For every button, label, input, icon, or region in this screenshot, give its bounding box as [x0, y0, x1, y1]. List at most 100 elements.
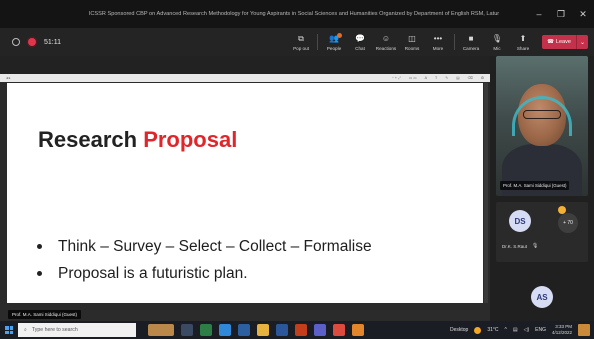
recording-icon [28, 38, 36, 46]
more-participants-badge[interactable]: + 70 [558, 213, 578, 233]
security-shield-icon [12, 38, 20, 46]
mic-button[interactable]: 🎙 Mic [484, 28, 510, 56]
zoom-icon: − + ⤢ [391, 76, 401, 80]
camera-label: Camera [462, 45, 480, 51]
doc-nav-icon: ◂ ▸ [6, 76, 11, 80]
taskbar-apps [136, 324, 364, 336]
word-icon[interactable] [276, 324, 288, 336]
rooms-icon: ◫ [408, 33, 416, 43]
file-explorer-icon[interactable] [257, 324, 269, 336]
glasses-icon [523, 110, 561, 119]
close-button[interactable]: ✕ [572, 0, 594, 28]
stage-scrollbar[interactable] [484, 83, 488, 303]
volume-icon[interactable]: ◁) [524, 327, 530, 333]
slide-title-main: Research [38, 127, 144, 152]
task-view-icon[interactable] [181, 324, 193, 336]
erase-icon: ⌫ [467, 76, 473, 80]
more-button[interactable]: ••• More [425, 28, 451, 56]
participants-panel: Prof. M.A. Sami Siddiqui (Guest) DS + 70… [490, 56, 594, 321]
tray-arrow-icon[interactable]: ^ [505, 327, 507, 333]
settings-icon: ⚙ [480, 76, 484, 80]
meeting-toolbar: 51:11 ⧉ Pop out 👥 People 💬 Chat ☺ Reacti… [0, 28, 594, 56]
participant-mini-tile[interactable]: DS + 70 Dr.K. S.Raut 🎙 [496, 202, 588, 262]
share-label: Share [516, 45, 530, 51]
camera-icon: ■ [468, 33, 474, 43]
rooms-label: Rooms [404, 45, 420, 51]
share-button[interactable]: ⬆ Share [510, 28, 536, 56]
store-icon[interactable] [200, 324, 212, 336]
highlight-icon: ▤ [456, 76, 460, 80]
popout-icon: ⧉ [298, 33, 304, 43]
shared-screen-stage: ◂ ▸ − + ⤢ ▭ ▭ A T ✎ ▤ ⌫ ⚙ Research Propo… [0, 56, 490, 321]
start-button[interactable] [0, 321, 18, 339]
reactions-label: Reactions [375, 45, 397, 51]
window-title: ICSSR Sponsored CBP on Advanced Research… [88, 11, 500, 17]
draw-icon: ✎ [445, 76, 449, 80]
system-tray: Desktop 31°C ^ ▤ ◁) ENG 3:33 PM 4/12/202… [450, 321, 594, 339]
participant-video-tile[interactable]: Prof. M.A. Sami Siddiqui (Guest) [496, 56, 588, 196]
search-placeholder: Type here to search [31, 327, 78, 333]
mic-label: Mic [493, 45, 501, 51]
chat-label: Chat [355, 45, 365, 51]
meeting-timer: 51:11 [44, 38, 61, 46]
more-label: More [432, 45, 444, 51]
chat-icon: 💬 [355, 33, 365, 43]
toolbar-divider [454, 34, 455, 50]
window-titlebar: ICSSR Sponsored CBP on Advanced Research… [0, 0, 594, 28]
chat-button[interactable]: 💬 Chat [347, 28, 373, 56]
share-icon: ⬆ [519, 33, 527, 43]
teams-icon[interactable] [314, 324, 326, 336]
news-widget-icon[interactable] [148, 324, 174, 336]
stage-top-strip [0, 56, 490, 74]
clock[interactable]: 3:33 PM 4/12/2022 [552, 324, 572, 336]
reactions-button[interactable]: ☺ Reactions [373, 28, 399, 56]
people-icon: 👥 [329, 32, 342, 43]
mail-icon[interactable] [238, 324, 250, 336]
taskbar-search[interactable]: ⌕ Type here to search [18, 323, 136, 337]
edge-icon[interactable] [219, 324, 231, 336]
mic-muted-icon: 🎙 [532, 243, 539, 249]
language-indicator[interactable]: ENG [535, 327, 546, 333]
slide-bullet: Proposal is a futuristic plan. [37, 260, 372, 287]
rooms-button[interactable]: ◫ Rooms [399, 28, 425, 56]
desktop-label[interactable]: Desktop [450, 327, 468, 333]
add-text-icon: T [435, 76, 438, 80]
reactions-icon: ☺ [381, 33, 391, 43]
popout-label: Pop out [293, 45, 309, 51]
toolbar-divider [317, 34, 318, 50]
maximize-button[interactable]: ❐ [550, 0, 572, 28]
avatar: DS [509, 210, 531, 232]
firefox-icon[interactable] [352, 324, 364, 336]
slide-title: Research Proposal [38, 127, 237, 153]
mini-participant-name: Dr.K. S.Raut [502, 244, 528, 249]
bullet-text: Proposal is a futuristic plan. [58, 264, 248, 282]
page-view-icon: ▭ ▭ [408, 76, 417, 80]
chrome-icon[interactable] [333, 324, 345, 336]
read-aloud-icon: A [424, 76, 428, 80]
network-icon[interactable]: ▤ [513, 327, 518, 333]
leave-label: Leave [555, 39, 571, 45]
weather-icon[interactable] [474, 326, 482, 334]
slide-bullet-list: Think – Survey – Select – Collect – Form… [37, 233, 372, 287]
windows-taskbar: ⌕ Type here to search Desktop 31°C ^ ▤ ◁… [0, 321, 594, 339]
avatar[interactable]: AS [531, 286, 553, 308]
phone-icon: ☎ [547, 39, 554, 45]
bullet-text: Think – Survey – Select – Collect – Form… [58, 237, 372, 255]
popout-button[interactable]: ⧉ Pop out [288, 28, 314, 56]
windows-logo-icon [5, 326, 13, 334]
minimize-button[interactable]: – [528, 0, 550, 28]
leave-dropdown-icon[interactable]: ⌄ [577, 39, 588, 46]
more-icon: ••• [433, 33, 443, 43]
weather-temp[interactable]: 31°C [487, 327, 498, 333]
notification-icon[interactable] [578, 324, 590, 336]
leave-button[interactable]: ☎ Leave ⌄ [542, 35, 588, 49]
people-button[interactable]: 👥 People [321, 28, 347, 56]
people-label: People [326, 45, 342, 51]
shared-doc-toolbar: ◂ ▸ − + ⤢ ▭ ▭ A T ✎ ▤ ⌫ ⚙ [0, 74, 490, 82]
mic-icon: 🎙 [491, 33, 503, 43]
bullet-dot-icon [37, 244, 42, 249]
video-participant-name: Prof. M.A. Sami Siddiqui (Guest) [500, 181, 570, 190]
powerpoint-icon[interactable] [295, 324, 307, 336]
camera-button[interactable]: ■ Camera [458, 28, 484, 56]
search-icon: ⌕ [24, 326, 27, 333]
